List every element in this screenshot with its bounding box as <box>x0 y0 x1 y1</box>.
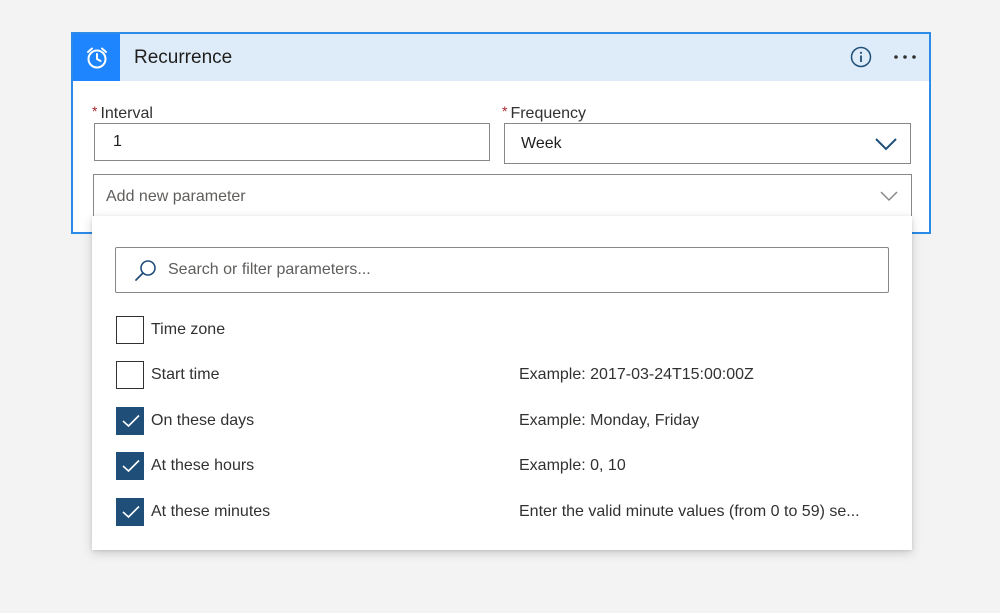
recurrence-card: Recurrence *Interval 1 *Frequency Week <box>71 32 931 234</box>
alarm-clock-icon <box>73 34 120 81</box>
checkmark-icon <box>122 459 140 473</box>
parameter-label: Time zone <box>151 321 226 338</box>
interval-label-text: Interval <box>100 105 153 122</box>
more-options-icon[interactable] <box>891 44 919 70</box>
frequency-label: * Frequency <box>502 103 586 123</box>
parameter-label: On these days <box>151 412 255 429</box>
card-title: Recurrence <box>134 47 233 68</box>
parameter-label: Start time <box>151 366 220 383</box>
search-icon <box>135 260 156 281</box>
frequency-value: Week <box>521 134 562 152</box>
parameter-picker-popup: Search or filter parameters... Time zone… <box>92 216 912 550</box>
interval-value: 1 <box>113 133 122 150</box>
chevron-down-icon <box>875 138 897 151</box>
frequency-dropdown[interactable]: Week <box>504 123 911 164</box>
add-parameter-placeholder: Add new parameter <box>106 187 246 205</box>
parameter-row-start-time[interactable]: Start time Example: 2017-03-24T15:00:00Z <box>116 361 886 391</box>
parameter-row-on-these-days[interactable]: On these days Example: Monday, Friday <box>116 407 886 437</box>
required-mark: * <box>502 103 508 119</box>
required-mark: * <box>92 103 98 119</box>
search-placeholder: Search or filter parameters... <box>168 261 371 278</box>
search-input[interactable]: Search or filter parameters... <box>115 247 889 293</box>
parameter-label: At these hours <box>151 457 255 474</box>
checkbox-checked[interactable] <box>116 452 144 480</box>
checkbox-checked[interactable] <box>116 498 144 526</box>
card-header[interactable]: Recurrence <box>73 34 929 81</box>
checkmark-icon <box>122 414 140 428</box>
interval-label: * Interval <box>92 103 153 123</box>
parameter-hint: Example: 0, 10 <box>519 457 626 474</box>
add-new-parameter-dropdown[interactable]: Add new parameter <box>93 174 912 219</box>
parameter-row-at-these-hours[interactable]: At these hours Example: 0, 10 <box>116 452 886 482</box>
checkmark-icon <box>122 505 140 519</box>
parameter-hint: Enter the valid minute values (from 0 to… <box>519 503 860 520</box>
parameter-row-at-these-minutes[interactable]: At these minutes Enter the valid minute … <box>116 498 886 528</box>
checkbox-checked[interactable] <box>116 407 144 435</box>
parameter-label: At these minutes <box>151 503 271 520</box>
parameter-row-time-zone[interactable]: Time zone <box>116 316 886 346</box>
parameter-hint: Example: Monday, Friday <box>519 412 700 429</box>
parameter-hint: Example: 2017-03-24T15:00:00Z <box>519 366 754 383</box>
chevron-down-icon <box>880 191 898 202</box>
info-icon[interactable] <box>850 46 872 68</box>
checkbox[interactable] <box>116 316 144 344</box>
checkbox[interactable] <box>116 361 144 389</box>
frequency-label-text: Frequency <box>510 105 587 122</box>
interval-input[interactable]: 1 <box>94 123 490 161</box>
